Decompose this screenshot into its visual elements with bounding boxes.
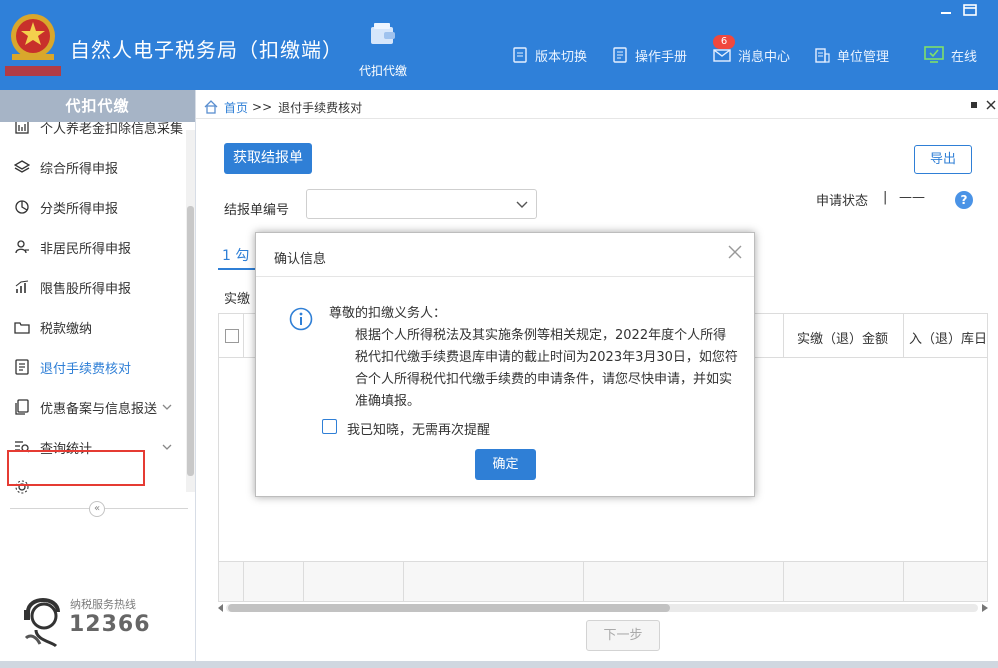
status-value: —— — [899, 190, 925, 205]
building-icon — [815, 48, 830, 63]
dialog-body: 根据个人所得税法及其实施条例等相关规定，2022年度个人所得税代扣代缴手续费退库… — [355, 328, 738, 409]
breadcrumb-separator: >> — [252, 100, 273, 114]
paid-label: 实缴 — [224, 292, 251, 307]
tab-step-1[interactable]: 1 勾 — [222, 245, 249, 265]
table-scrollbar-thumb[interactable] — [228, 604, 670, 612]
panel-close-icon[interactable] — [986, 100, 996, 110]
title-bar: 自然人电子税务局（扣缴端） 代扣代缴 版本切换 操作手册 消息中心 6 单位管理… — [0, 0, 998, 90]
tab-active-underline — [218, 268, 258, 270]
mail-icon — [713, 49, 731, 62]
select-all-checkbox[interactable] — [225, 329, 239, 343]
maximize-icon[interactable] — [962, 3, 978, 17]
sidebar-item-tax-payment[interactable]: 税款缴纳 — [0, 307, 186, 347]
hotline-label: 纳税服务热线 — [70, 598, 136, 611]
sidebar: 代扣代缴 个人养老金扣除信息采集 综合所得申报 分类所得申报 非居民所得申报 限… — [0, 90, 196, 668]
dont-remind-label[interactable]: 我已知晓，无需再次提醒 — [347, 419, 490, 438]
checklist-icon — [15, 359, 29, 375]
sidebar-item-fee-refund-check[interactable]: 退付手续费核对 — [0, 347, 186, 387]
folder-icon — [14, 322, 30, 334]
confirm-dialog: 确认信息 尊敬的扣缴义务人： 根据个人所得税法及其实施条例等相关规定，2022年… — [255, 232, 755, 497]
status-separator: | — [883, 190, 888, 205]
status-label: 申请状态 — [816, 194, 869, 209]
sidebar-scrollbar[interactable] — [186, 130, 195, 492]
breadcrumb-current: 退付手续费核对 — [278, 100, 363, 115]
fetch-settlement-button[interactable]: 获取结报单 — [224, 143, 312, 174]
wallet-icon — [371, 23, 395, 44]
list-chart-icon — [15, 122, 29, 134]
document-icon — [513, 47, 527, 63]
manual-icon — [613, 47, 627, 63]
user-icon — [15, 240, 29, 254]
sidebar-menu: 个人养老金扣除信息采集 综合所得申报 分类所得申报 非居民所得申报 限售股所得申… — [0, 122, 186, 494]
settlement-no-select[interactable] — [306, 189, 537, 219]
nav-withholding[interactable]: 代扣代缴 — [352, 22, 414, 79]
sidebar-header: 代扣代缴 — [0, 90, 195, 122]
breadcrumb: 首页 >> 退付手续费核对 — [204, 97, 362, 117]
dialog-message: 尊敬的扣缴义务人： 根据个人所得税法及其实施条例等相关规定，2022年度个人所得… — [329, 303, 739, 413]
bottom-status-bar — [0, 661, 998, 668]
sidebar-item-pension-info[interactable]: 个人养老金扣除信息采集 — [0, 122, 186, 147]
sidebar-item-restricted-shares[interactable]: 限售股所得申报 — [0, 267, 186, 307]
sidebar-scrollbar-thumb[interactable] — [187, 206, 194, 476]
monitor-icon — [924, 46, 944, 63]
active-item-highlight — [7, 450, 145, 486]
message-count-badge: 6 — [713, 35, 735, 49]
minimize-icon[interactable] — [938, 3, 954, 17]
scroll-right-icon[interactable] — [982, 604, 988, 612]
help-icon[interactable]: ? — [955, 191, 973, 209]
col-storage-date: 入（退）库日 — [909, 332, 988, 347]
chevron-down-icon — [162, 444, 172, 450]
close-icon[interactable] — [728, 245, 742, 259]
dialog-title: 确认信息 — [274, 252, 327, 267]
content-divider — [196, 118, 998, 119]
dont-remind-checkbox[interactable] — [322, 419, 337, 434]
app-title: 自然人电子税务局（扣缴端） — [70, 38, 343, 62]
layers-icon — [14, 160, 30, 173]
nav-version-switch[interactable]: 版本切换 — [512, 44, 587, 66]
dialog-divider — [256, 276, 754, 277]
dialog-greeting: 尊敬的扣缴义务人： — [329, 306, 447, 321]
pie-chart-icon — [15, 200, 29, 214]
sidebar-item-classified-income[interactable]: 分类所得申报 — [0, 187, 186, 227]
next-step-button[interactable]: 下一步 — [586, 620, 660, 651]
bar-chart-icon — [15, 280, 29, 293]
home-icon[interactable] — [204, 100, 218, 114]
copy-icon — [15, 399, 29, 415]
table-horizontal-scrollbar[interactable] — [218, 603, 988, 613]
scroll-left-icon[interactable] — [218, 604, 224, 612]
info-icon — [289, 307, 313, 331]
headset-agent-icon — [24, 598, 60, 648]
hotline-number: 12366 — [69, 612, 151, 637]
sidebar-item-preferential-filing[interactable]: 优惠备案与信息报送 — [0, 387, 186, 427]
nav-unit-management[interactable]: 单位管理 — [814, 44, 889, 66]
nav-manual[interactable]: 操作手册 — [612, 44, 687, 66]
breadcrumb-home-link[interactable]: 首页 — [224, 99, 248, 116]
panel-restore-icon[interactable] — [969, 100, 979, 110]
tax-emblem-logo — [2, 6, 64, 78]
chevron-down-icon — [162, 404, 172, 410]
sidebar-item-nonresident-income[interactable]: 非居民所得申报 — [0, 227, 186, 267]
confirm-ok-button[interactable]: 确定 — [475, 449, 536, 480]
col-paid-amount: 实缴（退）金额 — [797, 332, 889, 347]
settlement-no-label: 结报单编号 — [224, 203, 290, 218]
nav-withholding-label: 代扣代缴 — [358, 64, 407, 78]
nav-online-status[interactable]: 在线 — [924, 44, 977, 66]
export-button[interactable]: 导出 — [914, 145, 972, 174]
sidebar-item-comprehensive-income[interactable]: 综合所得申报 — [0, 147, 186, 187]
collapse-sidebar-button[interactable]: « — [89, 501, 105, 517]
hotline-block: 纳税服务热线 12366 — [22, 590, 150, 652]
table-footer — [219, 561, 987, 601]
chevron-down-icon — [516, 201, 528, 208]
